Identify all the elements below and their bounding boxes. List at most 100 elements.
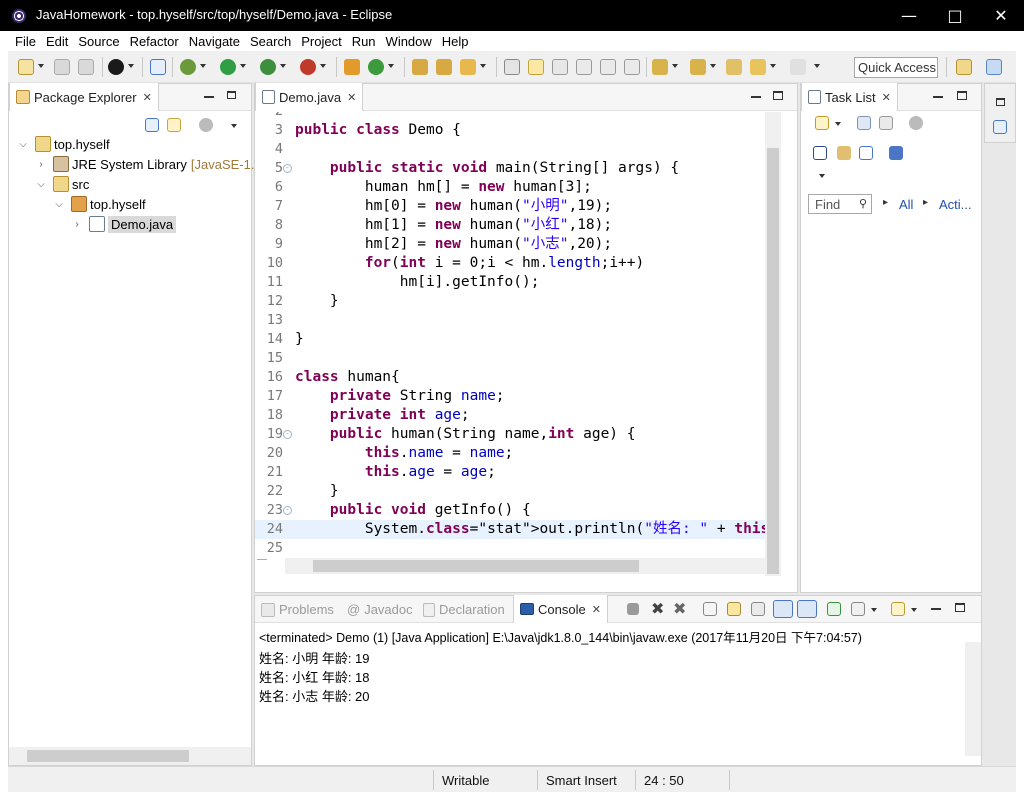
expanded-twisty-icon[interactable]: ⌵ xyxy=(35,179,47,190)
code-line[interactable]: 22 } xyxy=(255,482,765,501)
scrollbar-thumb[interactable] xyxy=(27,750,189,762)
menu-edit[interactable]: Edit xyxy=(46,34,68,49)
package-explorer-hscrollbar[interactable] xyxy=(9,747,251,765)
code-line[interactable]: 10 for(int i = 0;i < hm.length;i++) xyxy=(255,254,765,273)
restore-icon[interactable] xyxy=(996,98,1005,106)
clear-console-icon[interactable] xyxy=(703,602,717,616)
open-perspective-icon[interactable] xyxy=(956,59,972,75)
next-annotation-dropdown-icon[interactable] xyxy=(672,64,678,68)
toggle-word-wrap-icon[interactable] xyxy=(552,59,568,75)
quick-access-field[interactable]: Quick Access xyxy=(854,57,938,78)
debug-icon[interactable] xyxy=(180,59,196,75)
code-line[interactable]: 12 } xyxy=(255,292,765,311)
tree-item-project[interactable]: ⌵ top.hyself xyxy=(17,134,110,154)
tree-item-demo-java[interactable]: › Demo.java xyxy=(71,214,177,234)
focus-active-task-icon[interactable] xyxy=(909,116,923,130)
new-java-package-icon[interactable] xyxy=(344,59,360,75)
debug-dropdown-icon[interactable] xyxy=(200,64,206,68)
save-all-icon[interactable] xyxy=(78,59,94,75)
maximize-icon[interactable] xyxy=(957,91,967,100)
categorized-icon[interactable] xyxy=(857,116,871,130)
code-line[interactable]: 21 this.age = age; xyxy=(255,463,765,482)
code-line[interactable]: 15 xyxy=(255,349,765,368)
tab-demo-java[interactable]: Demo.java ✕ xyxy=(255,83,364,111)
new-icon[interactable] xyxy=(18,59,34,75)
outline-icon[interactable] xyxy=(993,120,1007,134)
close-icon[interactable]: ✕ xyxy=(592,603,601,616)
scroll-lock-icon[interactable] xyxy=(727,602,741,616)
tab-task-list[interactable]: Task List ✕ xyxy=(801,83,898,111)
minimize-window-button[interactable]: — xyxy=(886,0,932,31)
editor-vscrollbar[interactable] xyxy=(765,112,781,576)
code-line[interactable]: 25 xyxy=(255,539,765,558)
tab-javadoc[interactable]: @ Javadoc xyxy=(341,596,419,623)
show-whitespace-icon[interactable] xyxy=(624,59,640,75)
search-icon[interactable] xyxy=(460,59,476,75)
code-line[interactable]: 6 human hm[] = new human[3]; xyxy=(255,178,765,197)
synchronize-icon[interactable] xyxy=(859,146,873,160)
minimize-icon[interactable] xyxy=(751,96,761,98)
menu-help[interactable]: Help xyxy=(442,34,469,49)
view-menu-icon[interactable] xyxy=(819,174,825,178)
code-line[interactable]: 18 private int age; xyxy=(255,406,765,425)
remove-all-terminated-icon[interactable]: ✖ xyxy=(673,599,686,618)
show-selected-element-icon[interactable] xyxy=(600,59,616,75)
code-editor[interactable]: 23public class Demo {45- public static v… xyxy=(255,112,765,559)
code-line[interactable]: 8 hm[1] = new human("小红",18); xyxy=(255,216,765,235)
maximize-window-button[interactable]: □ xyxy=(932,0,978,31)
menu-search[interactable]: Search xyxy=(250,34,291,49)
collapsed-twisty-icon[interactable]: › xyxy=(71,219,83,230)
new-task-icon[interactable] xyxy=(815,116,829,130)
run-icon[interactable] xyxy=(220,59,236,75)
new-task-dropdown-icon[interactable] xyxy=(835,122,841,126)
menu-project[interactable]: Project xyxy=(301,34,341,49)
close-icon[interactable]: ✕ xyxy=(882,91,891,104)
maximize-icon[interactable] xyxy=(773,91,783,100)
last-edit-location-icon[interactable] xyxy=(726,59,742,75)
block-selection-icon[interactable] xyxy=(576,59,592,75)
console-output[interactable]: 姓名: 小明 年龄: 19 姓名: 小红 年龄: 18 姓名: 小志 年龄: 2… xyxy=(255,648,965,758)
coverage-dropdown-icon[interactable] xyxy=(280,64,286,68)
remove-launch-icon[interactable]: ✖ xyxy=(651,599,664,618)
new-dropdown-icon[interactable] xyxy=(38,64,44,68)
tree-item-package[interactable]: ⌵ top.hyself xyxy=(53,194,146,214)
open-task-icon[interactable] xyxy=(436,59,452,75)
code-line[interactable]: 2 xyxy=(255,112,765,121)
word-wrap-icon[interactable] xyxy=(751,602,765,616)
menu-navigate[interactable]: Navigate xyxy=(189,34,240,49)
back-icon[interactable] xyxy=(750,59,766,75)
code-line[interactable]: 11 hm[i].getInfo(); xyxy=(255,273,765,292)
menu-run[interactable]: Run xyxy=(352,34,376,49)
display-selected-console-icon[interactable] xyxy=(851,602,865,616)
toggle-mark-occurrences-icon[interactable] xyxy=(528,59,544,75)
show-on-stderr-icon[interactable] xyxy=(797,600,817,618)
filter-active-link[interactable]: Acti... xyxy=(939,197,972,212)
pin-console-icon[interactable] xyxy=(827,602,841,616)
tab-package-explorer[interactable]: Package Explorer ✕ xyxy=(9,83,159,111)
open-console-icon[interactable] xyxy=(891,602,905,616)
scheduled-icon[interactable] xyxy=(879,116,893,130)
editor-hscrollbar[interactable] xyxy=(285,558,765,574)
maximize-icon[interactable] xyxy=(955,603,965,612)
scrollbar-thumb[interactable] xyxy=(313,560,639,572)
expand-all-icon[interactable] xyxy=(837,146,851,160)
code-line[interactable]: 24 System.class="stat">out.println("姓名: … xyxy=(255,520,765,539)
code-line[interactable]: 19- public human(String name,int age) { xyxy=(255,425,765,444)
open-type-icon[interactable] xyxy=(412,59,428,75)
menu-file[interactable]: File xyxy=(15,34,36,49)
next-annotation-icon[interactable] xyxy=(652,59,668,75)
menu-source[interactable]: Source xyxy=(78,34,119,49)
external-tools-dropdown-icon[interactable] xyxy=(320,64,326,68)
code-line[interactable]: 4 xyxy=(255,140,765,159)
code-line[interactable]: 13 xyxy=(255,311,765,330)
view-menu-icon[interactable] xyxy=(231,124,237,128)
tab-console[interactable]: Console ✕ xyxy=(513,595,608,623)
run-dropdown-icon[interactable] xyxy=(240,64,246,68)
tree-item-jre-library[interactable]: › JRE System Library [JavaSE-1.8] xyxy=(35,154,265,174)
open-console-dropdown-icon[interactable] xyxy=(911,608,917,612)
restore-icon[interactable] xyxy=(227,91,236,99)
skip-breakpoints-icon[interactable] xyxy=(150,59,166,75)
new-class-dropdown-icon[interactable] xyxy=(388,64,394,68)
new-java-class-icon[interactable] xyxy=(368,59,384,75)
expanded-twisty-icon[interactable]: ⌵ xyxy=(17,139,29,150)
